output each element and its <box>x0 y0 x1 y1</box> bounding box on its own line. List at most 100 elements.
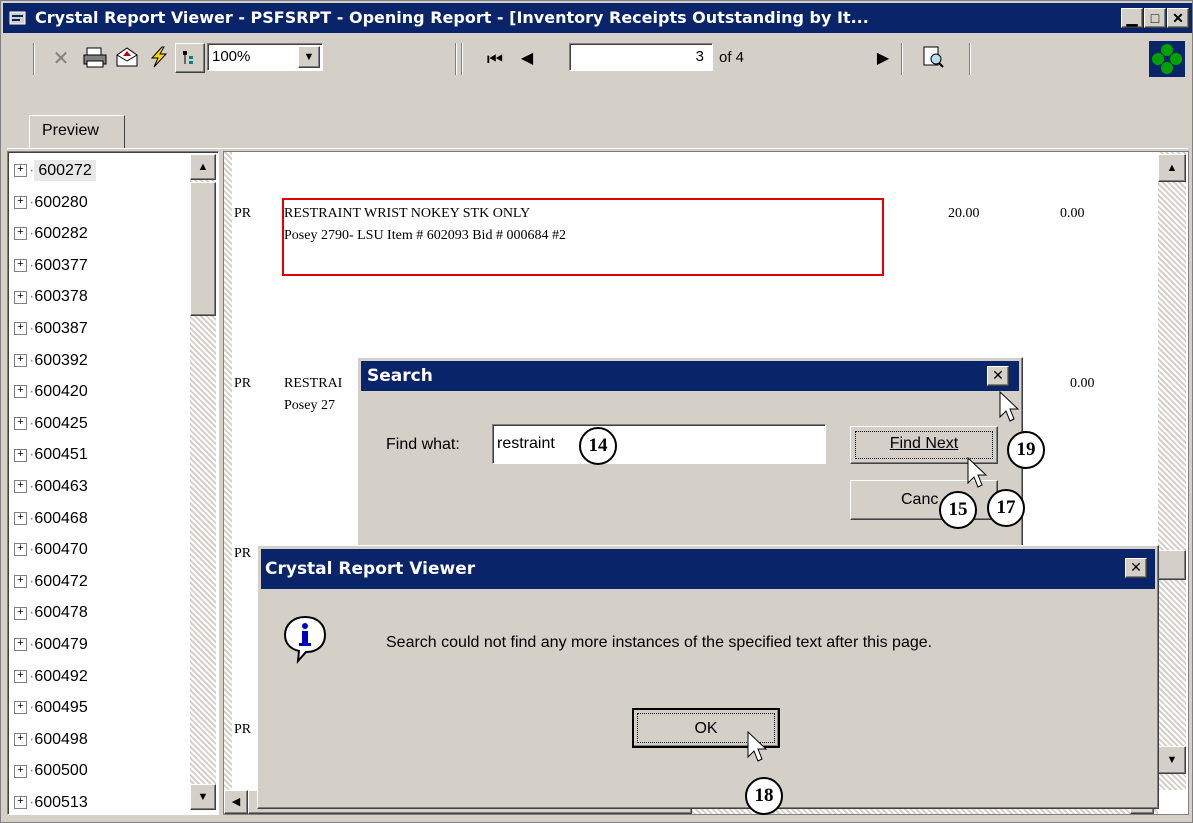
scroll-up-button[interactable]: ▲ <box>1158 154 1186 182</box>
next-page-icon[interactable]: ▶ <box>869 45 897 73</box>
expand-icon[interactable]: + <box>14 417 27 431</box>
tree-item[interactable]: + ·600463 <box>14 472 88 502</box>
refresh-lightning-icon[interactable] <box>145 45 173 73</box>
first-page-icon[interactable]: ⏮ <box>481 45 509 73</box>
tree-item-label: 600472 <box>34 572 88 590</box>
tree-item-label: 600463 <box>34 478 88 495</box>
tree-item-label: 600420 <box>34 383 88 401</box>
previous-page-icon[interactable]: ◀ <box>513 45 541 73</box>
tree-item[interactable]: + ·600498 <box>14 725 88 755</box>
tree-item-label: 600377 <box>34 256 88 274</box>
main-window: Crystal Report Viewer - PSFSRPT - Openin… <box>0 0 1193 823</box>
group-tree-toggle-icon[interactable] <box>175 43 205 73</box>
message-close-button[interactable]: ✕ <box>1125 558 1147 578</box>
chevron-down-icon[interactable]: ▼ <box>298 46 320 68</box>
tree-item[interactable]: + ·600282 <box>14 219 88 249</box>
tree-item[interactable]: + ·600479 <box>14 630 88 660</box>
crystal-logo-icon <box>1149 41 1185 77</box>
tree-vertical-scrollbar[interactable]: ▲ ▼ <box>190 154 216 810</box>
tree-item[interactable]: + ·600478 <box>14 598 88 628</box>
scroll-left-button[interactable]: ◀ <box>224 790 248 814</box>
scroll-up-button[interactable]: ▲ <box>190 154 216 180</box>
tree-item[interactable]: + ·600451 <box>14 440 88 470</box>
tree-item-label: 600492 <box>34 667 88 685</box>
tree-item-label: 600378 <box>34 288 88 306</box>
expand-icon[interactable]: + <box>14 259 27 273</box>
close-report-icon[interactable]: ✕ <box>47 45 75 73</box>
step-callout-15: 15 <box>939 491 977 529</box>
search-text-icon[interactable] <box>919 45 947 73</box>
maximize-button[interactable]: □ <box>1144 8 1166 28</box>
tree-item[interactable]: + ·600513 <box>14 788 88 814</box>
message-dialog-titlebar[interactable]: Crystal Report Viewer ✕ <box>261 549 1155 589</box>
search-close-button[interactable]: ✕ <box>987 366 1009 386</box>
scrollbar-track[interactable] <box>1158 152 1186 790</box>
expand-icon[interactable]: + <box>14 575 27 589</box>
minimize-button[interactable]: ▁ <box>1121 8 1143 28</box>
tree-item[interactable]: + ·600378 <box>14 282 88 312</box>
expand-icon[interactable]: + <box>14 322 27 336</box>
tree-item[interactable]: + ·600280 <box>14 188 88 218</box>
expand-icon[interactable]: + <box>14 480 27 494</box>
title-bar[interactable]: Crystal Report Viewer - PSFSRPT - Openin… <box>3 3 1192 33</box>
tree-item-label: 600479 <box>34 636 88 653</box>
expand-icon[interactable]: + <box>14 448 27 462</box>
page-current-value: 3 <box>695 48 704 65</box>
search-dialog-title: Search <box>367 366 433 386</box>
expand-icon[interactable]: + <box>14 164 27 178</box>
find-what-label: Find what: <box>386 436 460 453</box>
tree-item-label: 600280 <box>34 193 88 211</box>
zoom-select[interactable]: 100% ▼ <box>207 43 323 71</box>
expand-icon[interactable]: + <box>14 606 27 620</box>
toolbar-separator <box>33 43 35 75</box>
tree-item-label: 600272 <box>34 160 96 181</box>
tree-item[interactable]: + ·600377 <box>14 251 88 281</box>
tree-item[interactable]: + ·600425 <box>14 409 88 439</box>
expand-icon[interactable]: + <box>14 669 27 683</box>
expand-icon[interactable]: + <box>14 353 27 367</box>
search-dialog-titlebar[interactable]: Search ✕ <box>361 361 1019 391</box>
export-icon[interactable] <box>113 45 141 73</box>
step-callout-18: 18 <box>745 777 783 815</box>
row1-detail: Posey 2790- LSU Item # 602093 Bid # 0006… <box>284 228 566 243</box>
row2-detail: Posey 27 <box>284 398 335 413</box>
tree-item[interactable]: + ·600468 <box>14 504 88 534</box>
expand-icon[interactable]: + <box>14 290 27 304</box>
tree-item-label: 600495 <box>34 699 88 717</box>
tree-item[interactable]: + ·600392 <box>14 346 88 376</box>
tree-item[interactable]: + ·600500 <box>14 756 88 786</box>
tree-item[interactable]: + ·600495 <box>14 693 88 723</box>
tree-item[interactable]: + ·600492 <box>14 662 88 692</box>
expand-icon[interactable]: + <box>14 385 27 399</box>
expand-icon[interactable]: + <box>14 733 27 747</box>
expand-icon[interactable]: + <box>14 543 27 557</box>
expand-icon[interactable]: + <box>14 701 27 715</box>
close-button[interactable]: ✕ <box>1167 8 1189 28</box>
scroll-thumb[interactable] <box>1158 550 1186 580</box>
row1-value: 0.00 <box>1060 206 1085 221</box>
expand-icon[interactable]: + <box>14 764 27 778</box>
row2-prefix: PR <box>234 376 252 391</box>
print-icon[interactable] <box>81 45 109 73</box>
scroll-down-button[interactable]: ▼ <box>190 784 216 810</box>
tree-item[interactable]: + · 600272 <box>14 156 96 186</box>
expand-icon[interactable]: + <box>14 796 27 810</box>
page-total-label: of 4 <box>719 49 745 66</box>
page-number-input[interactable]: 3 <box>569 43 713 71</box>
toolbar: ✕ 100% ▼ ⏮ ◀ 3 of 4 ▶ <box>3 35 1192 81</box>
scroll-thumb[interactable] <box>190 182 216 316</box>
expand-icon[interactable]: + <box>14 227 27 241</box>
expand-icon[interactable]: + <box>14 195 27 209</box>
tree-item[interactable]: + ·600420 <box>14 377 88 407</box>
report-vertical-scrollbar[interactable]: ▲ ▼ <box>1158 152 1186 790</box>
find-what-input[interactable]: restraint <box>492 424 826 464</box>
expand-icon[interactable]: + <box>14 511 27 525</box>
tree-item[interactable]: + ·600470 <box>14 535 88 565</box>
tree-item-label: 600500 <box>34 762 88 780</box>
expand-icon[interactable]: + <box>14 638 27 652</box>
find-next-label: Find Next <box>889 435 959 452</box>
scroll-down-button[interactable]: ▼ <box>1158 746 1186 774</box>
tree-item[interactable]: + ·600387 <box>14 314 88 344</box>
tree-item[interactable]: + ·600472 <box>14 567 88 597</box>
tab-preview[interactable]: Preview <box>29 115 125 149</box>
